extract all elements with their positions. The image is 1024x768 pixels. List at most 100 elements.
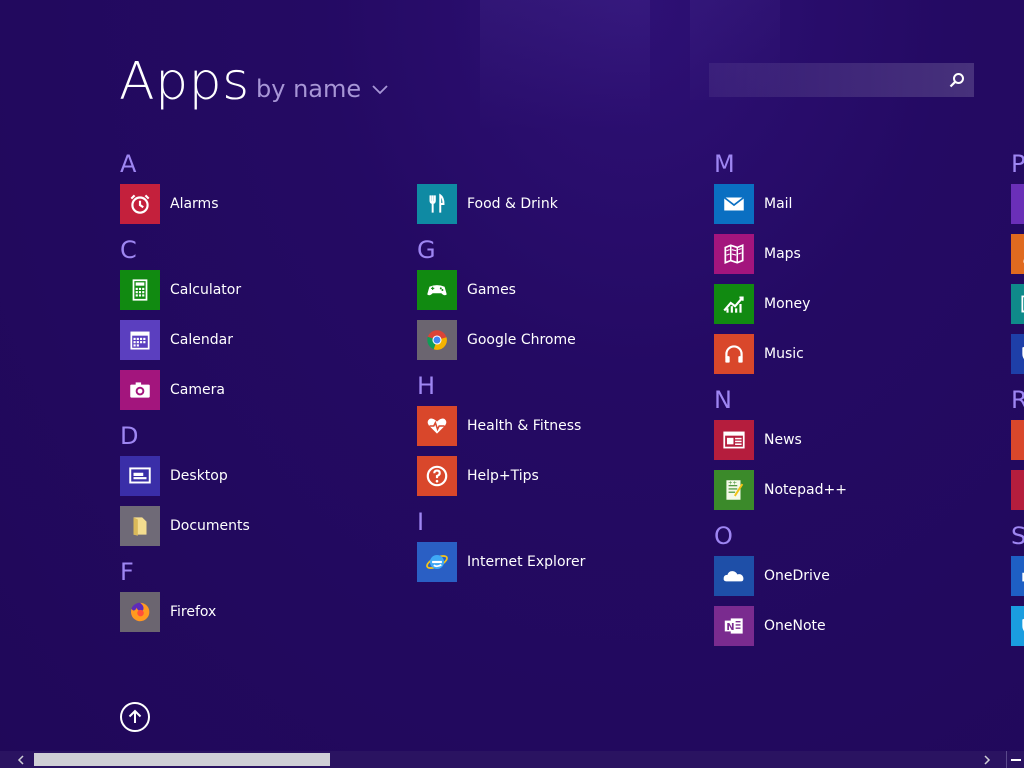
chevron-left-icon: [17, 754, 24, 765]
app-tile-help-tips[interactable]: Help+Tips: [417, 456, 585, 496]
app-tile-camera[interactable]: Camera: [120, 370, 250, 410]
app-label: Notepad++: [764, 482, 847, 498]
app-label: Firefox: [170, 604, 217, 620]
app-tile-calendar[interactable]: Calendar: [120, 320, 250, 360]
scan-icon: [1011, 556, 1024, 596]
search-box[interactable]: [709, 63, 974, 97]
app-tile-reader[interactable]: [1011, 420, 1024, 460]
app-tile-health-fitness[interactable]: Health & Fitness: [417, 406, 585, 446]
app-label: Health & Fitness: [467, 418, 582, 434]
onenote-icon: N: [714, 606, 754, 646]
group-header: N: [714, 386, 732, 414]
group-header: H: [417, 372, 436, 400]
app-label: Camera: [170, 382, 225, 398]
svg-text:N: N: [726, 622, 734, 633]
camera-icon: [120, 370, 160, 410]
reading-list-icon: [1011, 470, 1024, 510]
sort-by-dropdown[interactable]: by name: [256, 75, 389, 103]
app-label: Desktop: [170, 468, 228, 484]
app-label: News: [764, 432, 802, 448]
app-tile-desktop[interactable]: Desktop: [120, 456, 250, 496]
chrome-icon: [417, 320, 457, 360]
horizontal-scrollbar[interactable]: [0, 751, 1024, 768]
app-tile-calculator[interactable]: Calculator: [120, 270, 250, 310]
app-label: Games: [467, 282, 516, 298]
news-icon: [714, 420, 754, 460]
notepad-icon: ++: [714, 470, 754, 510]
app-label: Money: [764, 296, 811, 312]
svg-text:++: ++: [728, 481, 737, 487]
scroll-left-button[interactable]: [12, 751, 29, 768]
apps-column: M Mail Maps Money Music N News ++ Notepad++ O OneD…: [714, 148, 847, 656]
group-header: C: [120, 236, 137, 264]
app-tile-notepad[interactable]: ++ Notepad++: [714, 470, 847, 510]
app-label: Maps: [764, 246, 801, 262]
calculator-icon: [120, 270, 160, 310]
group-header: M: [714, 150, 735, 178]
chevron-right-icon: [983, 754, 990, 765]
fork-knife-icon: [417, 184, 457, 224]
app-label: Food & Drink: [467, 196, 558, 212]
photos-icon: [1011, 284, 1024, 324]
app-tile-shield[interactable]: [1011, 334, 1024, 374]
scroll-right-button[interactable]: [978, 751, 995, 768]
group-header: P: [1011, 150, 1024, 178]
search-button[interactable]: [940, 63, 974, 97]
shield-icon: [1011, 334, 1024, 374]
app-tile-onenote[interactable]: N OneNote: [714, 606, 847, 646]
app-tile-food-drink[interactable]: Food & Drink: [417, 184, 585, 224]
app-label: OneDrive: [764, 568, 830, 584]
arrow-up-icon: [128, 709, 142, 723]
app-label: Google Chrome: [467, 332, 576, 348]
people-icon: [1011, 234, 1024, 274]
chart-icon: [714, 284, 754, 324]
group-header: D: [120, 422, 139, 450]
app-tile-scan[interactable]: [1011, 556, 1024, 596]
search-icon: [949, 73, 964, 88]
firefox-icon: [120, 592, 160, 632]
group-header: A: [120, 150, 137, 178]
app-label: Documents: [170, 518, 250, 534]
reader-icon: [1011, 420, 1024, 460]
group-header: I: [417, 508, 425, 536]
app-tile-people[interactable]: [1011, 234, 1024, 274]
page-title: Apps: [119, 52, 250, 112]
app-tile-reading-list[interactable]: [1011, 470, 1024, 510]
calendar-icon: [120, 320, 160, 360]
zoom-out-button[interactable]: [1006, 751, 1024, 768]
app-label: Calculator: [170, 282, 242, 298]
search-input[interactable]: [709, 63, 939, 97]
group-header: [417, 148, 585, 180]
cloud-icon: [714, 556, 754, 596]
apps-column: Food & Drink G Games Google Chrome H Health &…: [417, 148, 585, 592]
group-header: G: [417, 236, 436, 264]
scroll-up-button[interactable]: [120, 702, 150, 732]
alarm-clock-icon: [120, 184, 160, 224]
app-tile-firefox[interactable]: Firefox: [120, 592, 250, 632]
app-tile-games[interactable]: Games: [417, 270, 585, 310]
app-tile-documents[interactable]: Documents: [120, 506, 250, 546]
mail-icon: [714, 184, 754, 224]
apps-column: A Alarms C Calculator Calendar Camera D Desktop…: [120, 148, 250, 642]
app-tile-google-chrome[interactable]: Google Chrome: [417, 320, 585, 360]
app-tile-mail[interactable]: Mail: [714, 184, 847, 224]
app-tile-maps[interactable]: Maps: [714, 234, 847, 274]
gear-icon: [1011, 184, 1024, 224]
chevron-down-icon: [372, 85, 388, 95]
scrollbar-thumb[interactable]: [34, 753, 330, 766]
app-tile-alarms[interactable]: Alarms: [120, 184, 250, 224]
app-tile-money[interactable]: Money: [714, 284, 847, 324]
app-tile-photos[interactable]: [1011, 284, 1024, 324]
shield-icon: [1011, 606, 1024, 646]
app-tile-gear[interactable]: [1011, 184, 1024, 224]
app-tile-news[interactable]: News: [714, 420, 847, 460]
app-tile-shield[interactable]: [1011, 606, 1024, 646]
app-tile-onedrive[interactable]: OneDrive: [714, 556, 847, 596]
app-label: Internet Explorer: [467, 554, 586, 570]
desktop-icon: [120, 456, 160, 496]
app-tile-music[interactable]: Music: [714, 334, 847, 374]
heart-pulse-icon: [417, 406, 457, 446]
app-tile-internet-explorer[interactable]: Internet Explorer: [417, 542, 585, 582]
start-screen-apps-view: Apps by name A Alarms C Calculator Calendar C…: [0, 0, 1024, 768]
app-label: Help+Tips: [467, 468, 539, 484]
